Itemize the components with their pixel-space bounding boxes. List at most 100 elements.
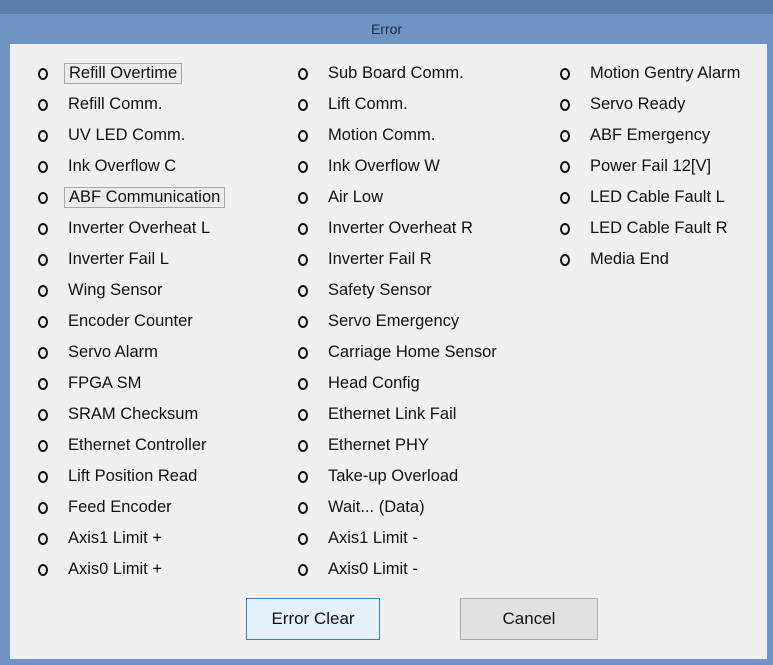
dialog-client-area: Refill Overtime Refill Comm. UV LED Comm. I… (10, 44, 767, 659)
error-item: Feed Encoder (38, 492, 225, 523)
window-left-border (0, 44, 10, 665)
status-indicator-icon (560, 129, 570, 142)
status-indicator-icon (38, 160, 48, 173)
error-item: Ink Overflow C (38, 151, 225, 182)
error-item: ABF Emergency (560, 120, 744, 151)
status-indicator-icon (560, 222, 570, 235)
status-indicator-icon (38, 67, 48, 80)
error-column-3: Motion Gentry Alarm Servo Ready ABF Emerge… (560, 58, 744, 275)
status-indicator-icon (560, 191, 570, 204)
error-item-label: Power Fail 12[V] (590, 157, 712, 175)
error-item-label: ABF Communication (64, 187, 226, 208)
error-item: Safety Sensor (298, 275, 501, 306)
error-item: Carriage Home Sensor (298, 337, 501, 368)
error-item-label: Inverter Overheat R (328, 219, 473, 237)
error-item: Ethernet Link Fail (298, 399, 501, 430)
error-item: Lift Comm. (298, 89, 501, 120)
error-item-label: Wing Sensor (68, 281, 163, 299)
title-bar[interactable]: Error (0, 14, 773, 44)
error-item-label: Inverter Fail L (68, 250, 169, 268)
error-column-2: Sub Board Comm. Lift Comm. Motion Comm. Ink… (298, 58, 501, 585)
error-item: Axis1 Limit - (298, 523, 501, 554)
error-item-label: UV LED Comm. (68, 126, 186, 144)
error-item-label: Encoder Counter (68, 312, 193, 330)
status-indicator-icon (298, 315, 308, 328)
error-item-label: Safety Sensor (328, 281, 432, 299)
error-item: FPGA SM (38, 368, 225, 399)
status-indicator-icon (38, 253, 48, 266)
status-indicator-icon (298, 253, 308, 266)
error-item: Wait... (Data) (298, 492, 501, 523)
status-indicator-icon (38, 129, 48, 142)
error-item-label: Inverter Fail R (328, 250, 432, 268)
status-indicator-icon (38, 501, 48, 514)
status-indicator-icon (298, 222, 308, 235)
error-item-label: LED Cable Fault R (590, 219, 728, 237)
error-item-label: Servo Emergency (328, 312, 460, 330)
status-indicator-icon (298, 501, 308, 514)
error-item-label: Ethernet PHY (328, 436, 429, 454)
status-indicator-icon (38, 439, 48, 452)
window-top-strip (0, 0, 773, 14)
error-item: Motion Gentry Alarm (560, 58, 744, 89)
error-item: Axis0 Limit + (38, 554, 225, 585)
error-item: Encoder Counter (38, 306, 225, 337)
status-indicator-icon (298, 408, 308, 421)
error-item: UV LED Comm. (38, 120, 225, 151)
error-item: Inverter Overheat R (298, 213, 501, 244)
status-indicator-icon (38, 346, 48, 359)
error-item: Inverter Overheat L (38, 213, 225, 244)
error-item-label: Ink Overflow W (328, 157, 440, 175)
error-column-1: Refill Overtime Refill Comm. UV LED Comm. I… (38, 58, 226, 585)
error-item-label: Ink Overflow C (68, 157, 177, 175)
error-item: Axis0 Limit - (298, 554, 501, 585)
error-item: Motion Comm. (298, 120, 501, 151)
status-indicator-icon (38, 191, 48, 204)
status-indicator-icon (298, 532, 308, 545)
error-item-label: Servo Alarm (68, 343, 158, 361)
status-indicator-icon (38, 377, 48, 390)
status-indicator-icon (38, 222, 48, 235)
error-item-label: Axis0 Limit - (328, 560, 418, 578)
error-item-label: Ethernet Link Fail (328, 405, 457, 423)
cancel-button[interactable]: Cancel (460, 598, 598, 640)
error-item: Take-up Overload (298, 461, 501, 492)
error-item: LED Cable Fault L (560, 182, 744, 213)
error-item-label: Axis1 Limit + (68, 529, 162, 547)
status-indicator-icon (298, 470, 308, 483)
error-clear-button[interactable]: Error Clear (246, 598, 380, 640)
error-item: Refill Overtime (38, 58, 225, 89)
error-item: Head Config (298, 368, 501, 399)
error-item: Sub Board Comm. (298, 58, 501, 89)
error-item: Power Fail 12[V] (560, 151, 744, 182)
status-indicator-icon (298, 346, 308, 359)
error-item-label: Carriage Home Sensor (328, 343, 497, 361)
status-indicator-icon (298, 129, 308, 142)
error-item: Refill Comm. (38, 89, 225, 120)
error-item-label: Sub Board Comm. (328, 64, 464, 82)
error-item-label: Lift Comm. (328, 95, 408, 113)
status-indicator-icon (38, 98, 48, 111)
window-right-border (767, 44, 773, 665)
status-indicator-icon (560, 67, 570, 80)
error-item: Servo Emergency (298, 306, 501, 337)
error-item-label: LED Cable Fault L (590, 188, 725, 206)
status-indicator-icon (298, 284, 308, 297)
status-indicator-icon (38, 408, 48, 421)
error-item: Servo Ready (560, 89, 744, 120)
status-indicator-icon (560, 253, 570, 266)
error-item-label: Motion Gentry Alarm (590, 64, 741, 82)
error-item-label: Air Low (328, 188, 384, 206)
error-item: LED Cable Fault R (560, 213, 744, 244)
status-indicator-icon (38, 563, 48, 576)
status-indicator-icon (38, 315, 48, 328)
error-item: Air Low (298, 182, 501, 213)
status-indicator-icon (560, 98, 570, 111)
error-item-label: Media End (590, 250, 669, 268)
error-item: Inverter Fail L (38, 244, 225, 275)
error-item-label: FPGA SM (68, 374, 142, 392)
error-item: Inverter Fail R (298, 244, 501, 275)
status-indicator-icon (298, 67, 308, 80)
error-item: Ethernet PHY (298, 430, 501, 461)
error-item-label: Inverter Overheat L (68, 219, 211, 237)
